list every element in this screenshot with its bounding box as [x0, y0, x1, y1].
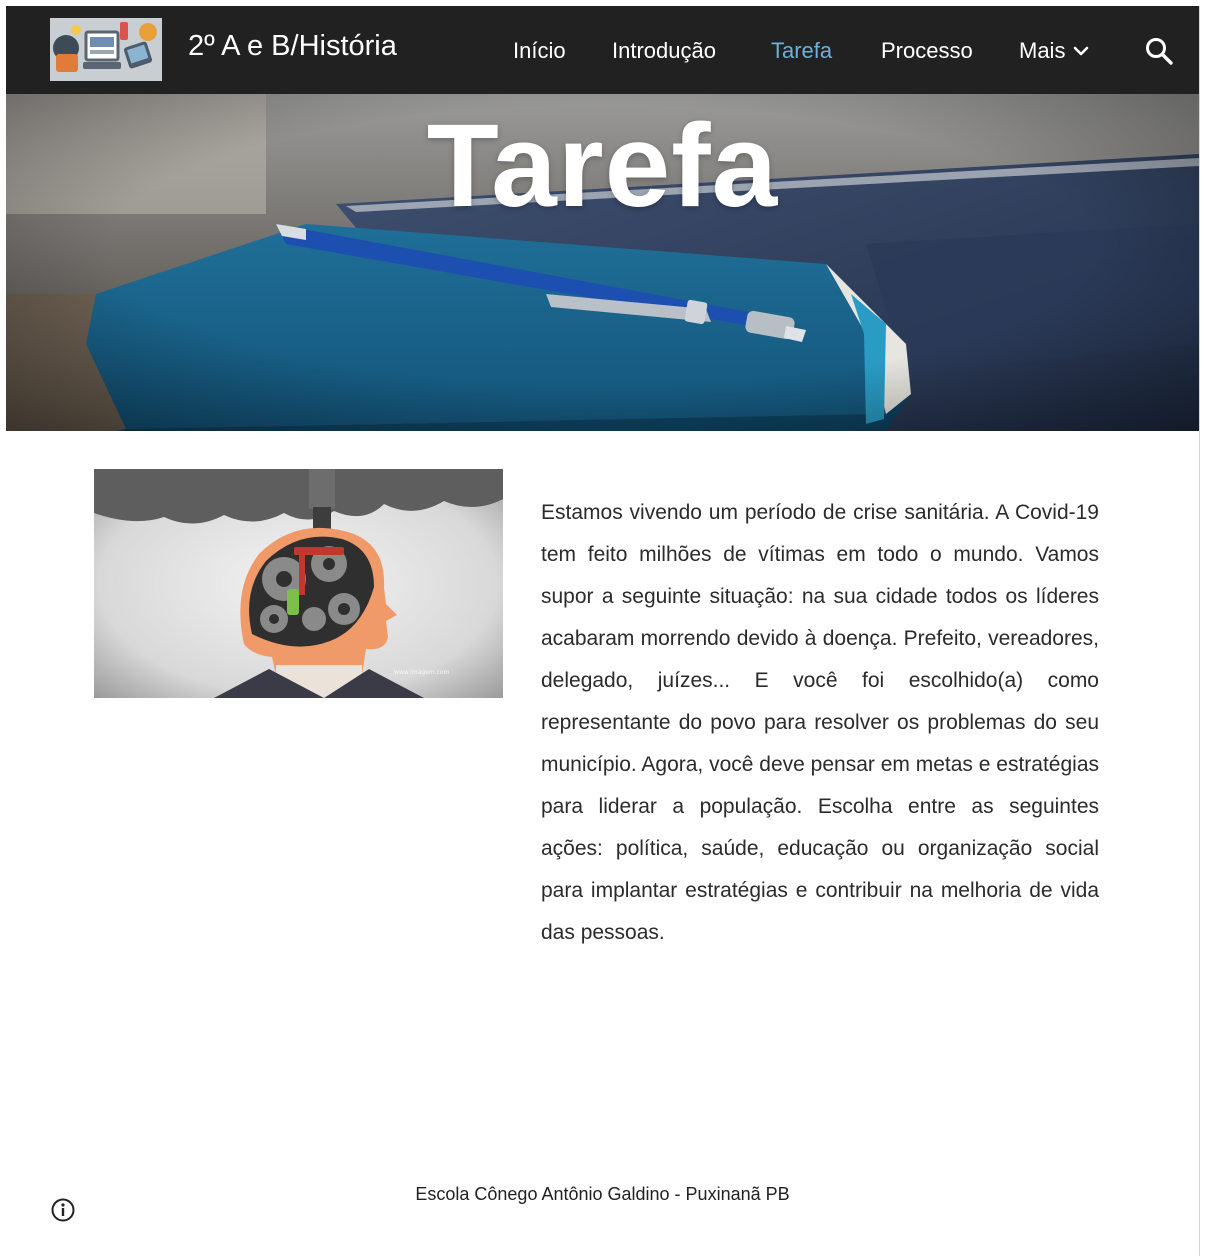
- chevron-down-icon: [1074, 46, 1089, 56]
- hero-banner: Tarefa: [6, 94, 1199, 431]
- nav-item-inicio[interactable]: Início: [513, 38, 566, 64]
- nav-item-mais-label: Mais: [1019, 38, 1066, 63]
- task-description: Estamos vivendo um período de crise sani…: [541, 501, 1099, 944]
- nav-item-mais[interactable]: Mais: [1019, 38, 1089, 64]
- search-icon[interactable]: [1144, 36, 1174, 66]
- nav-item-tarefa[interactable]: Tarefa: [771, 38, 832, 64]
- page-frame: 2º A e B/História Início Introdução Tare…: [6, 6, 1199, 1256]
- page-title: Tarefa: [426, 100, 779, 232]
- footer-text: Escola Cônego Antônio Galdino - Puxinanã…: [415, 1184, 790, 1204]
- site-logo[interactable]: [50, 18, 162, 81]
- site-title[interactable]: 2º A e B/História: [188, 30, 397, 63]
- top-navigation-bar: 2º A e B/História Início Introdução Tare…: [6, 6, 1199, 94]
- head-with-gears-illustration: www.imagem.com: [94, 469, 503, 698]
- content-image: www.imagem.com: [94, 469, 503, 698]
- nav-item-introducao[interactable]: Introdução: [612, 38, 716, 64]
- nav-item-processo[interactable]: Processo: [881, 38, 973, 64]
- svg-text:www.imagem.com: www.imagem.com: [394, 669, 449, 676]
- site-logo-collage-icon: [50, 18, 162, 81]
